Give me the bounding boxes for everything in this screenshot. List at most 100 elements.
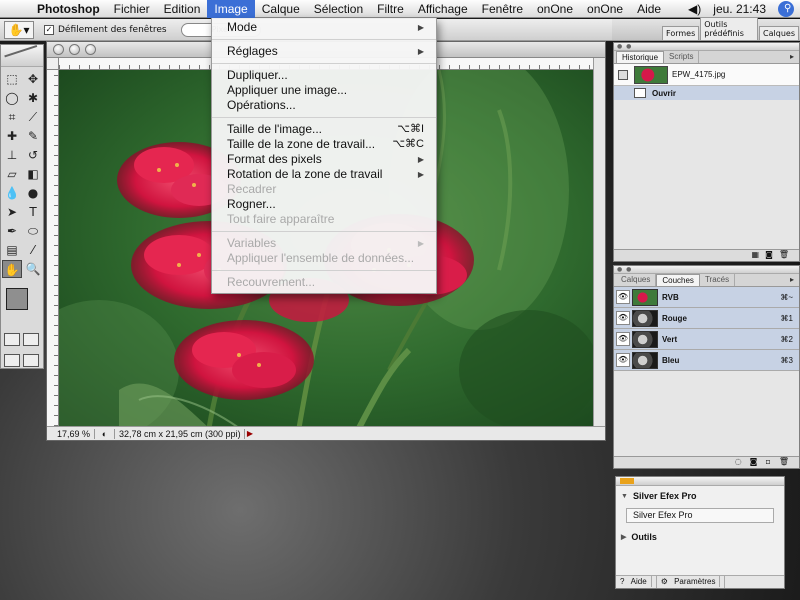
path-selection-tool-icon[interactable]: ➤ (2, 203, 22, 221)
image-menu-item[interactable]: Format des pixels ▶ (212, 152, 436, 167)
channels-panel-titlebar[interactable]: ● ● (614, 266, 799, 274)
image-menu-item[interactable]: Réglages ▶ (212, 44, 436, 59)
panel-menu-icon[interactable]: ▸ (785, 51, 799, 63)
history-brush-tool-icon[interactable]: ↺ (23, 146, 43, 164)
tab-scripts[interactable]: Scripts (664, 51, 700, 63)
minimize-window-icon[interactable] (69, 44, 80, 55)
menu-edition[interactable]: Edition (157, 0, 208, 18)
tab-traces[interactable]: Tracés (700, 274, 736, 286)
silver-efex-pro-button[interactable]: Silver Efex Pro (626, 508, 774, 523)
close-window-icon[interactable] (53, 44, 64, 55)
silver-efex-titlebar[interactable] (616, 477, 784, 486)
palette-well-tab-calques[interactable]: Calques (759, 26, 799, 40)
hand-tool-preset-icon[interactable]: ✋▾ (4, 20, 34, 39)
image-menu-item[interactable]: Taille de l'image... ⌥⌘I (212, 122, 436, 137)
foreground-color-swatch[interactable] (6, 288, 28, 310)
spotlight-icon[interactable]: ⚲ (778, 0, 794, 17)
disclosure-closed-icon[interactable]: ▶ (621, 533, 626, 541)
crop-tool-icon[interactable]: ⌗ (2, 108, 22, 126)
channel-row[interactable]: 👁 Vert ⌘2 (614, 329, 799, 350)
menu-app-photoshop[interactable]: Photoshop (30, 0, 107, 18)
zoom-window-icon[interactable] (85, 44, 96, 55)
menu-onone-1[interactable]: onOne (530, 0, 580, 18)
image-menu-item[interactable]: Taille de la zone de travail... ⌥⌘C (212, 137, 436, 152)
load-channel-selection-icon[interactable]: ◌ (735, 457, 742, 468)
status-icon[interactable]: ◐ (95, 428, 115, 439)
quick-mask-mode-button[interactable] (23, 333, 39, 346)
history-snapshot[interactable]: EPW_4175.jpg (614, 64, 799, 86)
pen-tool-icon[interactable]: ✒ (2, 222, 22, 240)
panel-menu-icon[interactable]: ▸ (785, 274, 799, 286)
help-button[interactable]: ? Aide (616, 576, 657, 588)
standard-screen-mode-button[interactable] (4, 354, 20, 367)
menu-calque[interactable]: Calque (255, 0, 307, 18)
delete-state-icon[interactable]: 🗑 (779, 250, 789, 261)
new-document-from-state-icon[interactable]: ▦ (752, 250, 760, 261)
channel-row[interactable]: 👁 RVB ⌘~ (614, 287, 799, 308)
channel-row[interactable]: 👁 Bleu ⌘3 (614, 350, 799, 371)
history-brush-source-icon[interactable] (618, 69, 628, 80)
menubar-clock[interactable]: jeu. 21:43 (707, 2, 772, 16)
visibility-eye-icon[interactable]: 👁 (616, 311, 630, 325)
eraser-tool-icon[interactable]: ▱ (2, 165, 22, 183)
history-step[interactable]: Ouvrir (614, 86, 799, 100)
clone-stamp-tool-icon[interactable]: ⊥ (2, 146, 22, 164)
healing-brush-tool-icon[interactable]: ✚ (2, 127, 22, 145)
visibility-eye-icon[interactable]: 👁 (616, 353, 630, 367)
history-panel-titlebar[interactable]: ● ● (614, 43, 799, 51)
zoom-tool-icon[interactable]: 🔍 (23, 260, 43, 278)
blur-tool-icon[interactable]: 💧 (2, 184, 22, 202)
menu-fenetre[interactable]: Fenêtre (475, 0, 530, 18)
menu-image[interactable]: Image (207, 0, 255, 18)
tab-historique[interactable]: Historique (616, 51, 665, 63)
save-selection-channel-icon[interactable]: ◙ (750, 457, 758, 468)
tab-couches[interactable]: Couches (656, 274, 700, 286)
disclosure-open-icon[interactable]: ▼ (621, 493, 628, 500)
menu-aide[interactable]: Aide (630, 0, 668, 18)
eyedropper-tool-icon[interactable]: ⁄ (23, 241, 43, 259)
paint-bucket-tool-icon[interactable]: ◧ (23, 165, 43, 183)
scroll-all-windows-checkbox[interactable]: ✓ (44, 24, 54, 35)
slice-tool-icon[interactable]: ⟋ (23, 108, 43, 126)
palette-well-tab-formes[interactable]: Formes (662, 26, 700, 40)
image-menu-item[interactable]: Rogner... (212, 197, 436, 212)
notes-tool-icon[interactable]: ▤ (2, 241, 22, 259)
image-menu-item[interactable]: Rotation de la zone de travail ▶ (212, 167, 436, 182)
menu-affichage[interactable]: Affichage (411, 0, 475, 18)
palette-well-tab-outils[interactable]: Outils prédéfinis (700, 17, 759, 40)
menu-selection[interactable]: Sélection (307, 0, 370, 18)
standard-mode-button[interactable] (4, 333, 20, 346)
image-menu-item[interactable]: Opérations... (212, 98, 436, 113)
vertical-ruler[interactable] (47, 70, 59, 426)
new-channel-icon[interactable]: ▫ (765, 457, 770, 468)
menu-filtre[interactable]: Filtre (370, 0, 411, 18)
silver-efex-section[interactable]: ▼ Silver Efex Pro (616, 486, 784, 506)
new-snapshot-icon[interactable]: ◙ (765, 250, 773, 261)
ruler-origin[interactable] (47, 58, 59, 70)
channel-row[interactable]: 👁 Rouge ⌘1 (614, 308, 799, 329)
menu-onone-2[interactable]: onOne (580, 0, 630, 18)
vertical-scrollbar[interactable] (593, 58, 605, 426)
tab-calques[interactable]: Calques (616, 274, 657, 286)
brush-tool-icon[interactable]: ✎ (23, 127, 43, 145)
toolbox-header[interactable] (1, 44, 43, 67)
visibility-eye-icon[interactable]: 👁 (616, 290, 630, 304)
marquee-tool-icon[interactable]: ⬚ (2, 70, 22, 88)
dodge-tool-icon[interactable]: ● (23, 184, 43, 202)
settings-button[interactable]: ⚙ Paramètres (657, 576, 726, 588)
delete-channel-icon[interactable]: 🗑 (779, 457, 789, 468)
outils-section[interactable]: ▶ Outils (616, 527, 784, 547)
shape-tool-icon[interactable]: ⬭ (23, 222, 43, 240)
move-tool-icon[interactable]: ✥ (23, 70, 43, 88)
type-tool-icon[interactable]: T (23, 203, 43, 221)
magic-wand-tool-icon[interactable]: ✱ (23, 89, 43, 107)
visibility-eye-icon[interactable]: 👁 (616, 332, 630, 346)
hand-tool-icon[interactable]: ✋ (2, 260, 22, 278)
status-menu-arrow-icon[interactable]: ▶ (245, 429, 255, 438)
image-menu-item[interactable]: Appliquer une image... (212, 83, 436, 98)
menu-fichier[interactable]: Fichier (107, 0, 157, 18)
image-menu-item[interactable]: Mode ▶ (212, 20, 436, 35)
lasso-tool-icon[interactable]: ◯ (2, 89, 22, 107)
image-menu-item[interactable]: Dupliquer... (212, 68, 436, 83)
full-screen-menu-mode-button[interactable] (23, 354, 39, 367)
